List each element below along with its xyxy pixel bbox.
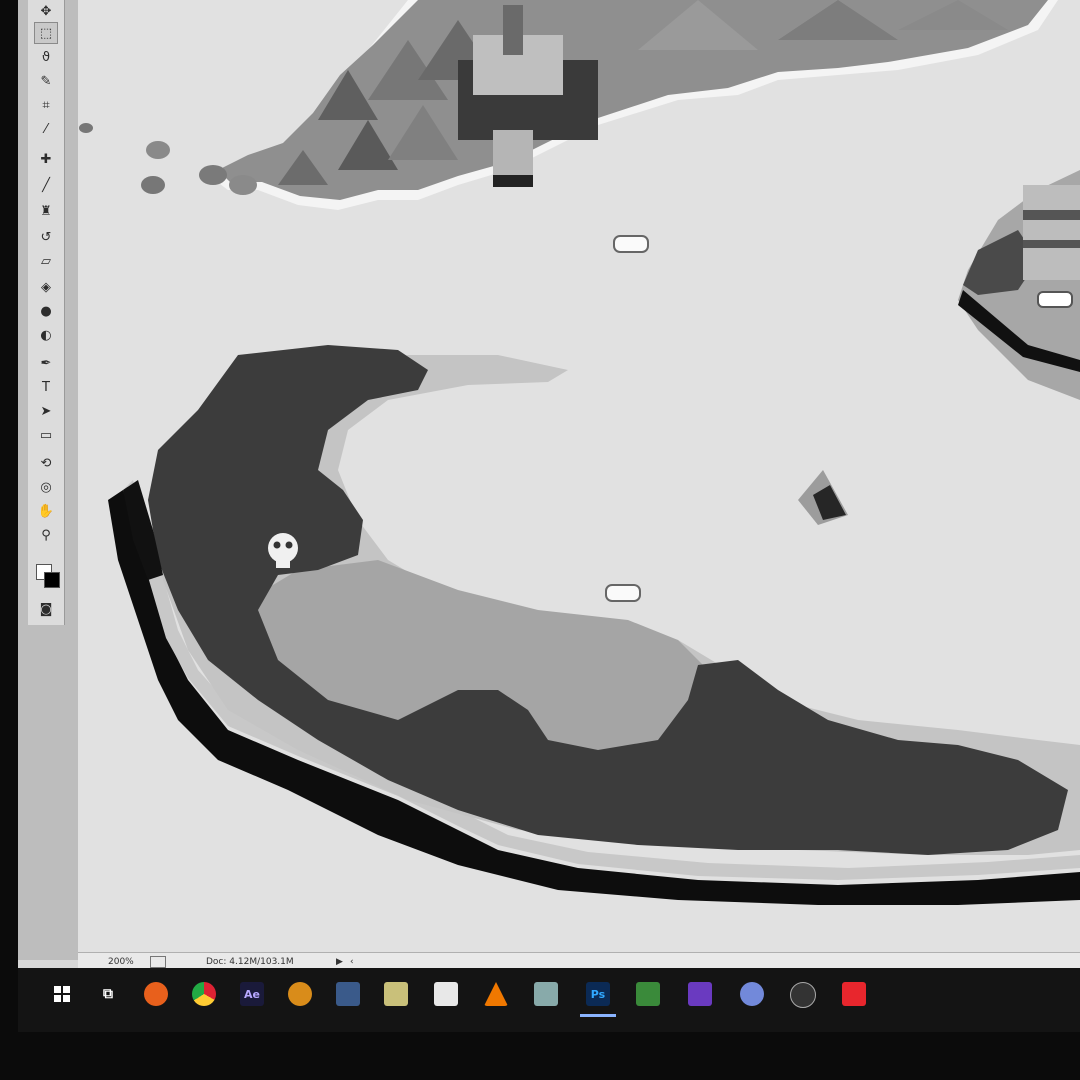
hand-tool-icon[interactable]: ✋ — [34, 500, 58, 522]
doc-size: Doc: 4.12M/103.1M — [206, 957, 294, 967]
quick-mask-icon[interactable]: ◙ — [34, 598, 58, 620]
visual-studio-icon[interactable] — [688, 982, 712, 1006]
color-swatches[interactable] — [36, 550, 60, 590]
windows-taskbar: ⧉ Ae Ps — [18, 968, 1080, 1032]
clone-stamp-tool-icon[interactable]: ♜ — [34, 200, 58, 222]
zoom-level[interactable]: 200% — [108, 957, 134, 967]
pixel-art-map — [79, 0, 1080, 905]
scroll-left-icon[interactable]: ‹ — [350, 957, 354, 967]
type-tool-icon[interactable]: T — [34, 376, 58, 398]
blur-tool-icon[interactable]: ● — [34, 300, 58, 322]
gamemaker-icon[interactable] — [842, 982, 866, 1006]
brush-tool-icon[interactable]: ╱ — [34, 174, 58, 196]
marquee-tool-icon[interactable]: ⬚ — [34, 22, 58, 44]
eyedropper-tool-icon[interactable]: ⁄ — [34, 118, 58, 140]
firefox-icon[interactable] — [144, 982, 168, 1006]
scanner-app-icon[interactable] — [534, 982, 558, 1006]
3d-orbit-tool-icon[interactable]: ◎ — [34, 476, 58, 498]
rectangle-tool-icon[interactable]: ▭ — [34, 424, 58, 446]
path-select-tool-icon[interactable]: ➤ — [34, 400, 58, 422]
dodge-tool-icon[interactable]: ◐ — [34, 324, 58, 346]
healing-brush-tool-icon[interactable]: ✚ — [34, 148, 58, 170]
lasso-tool-icon[interactable]: ϑ — [34, 46, 58, 68]
move-tool-icon[interactable]: ✥ — [34, 0, 58, 22]
burger-app-icon[interactable] — [288, 982, 312, 1006]
steam-icon[interactable] — [790, 982, 816, 1008]
active-app-indicator — [580, 1014, 616, 1017]
paint-bucket-tool-icon[interactable]: ◈ — [34, 276, 58, 298]
chrome-icon[interactable] — [192, 982, 216, 1006]
notes-app-icon[interactable] — [434, 982, 458, 1006]
document-canvas[interactable] — [78, 0, 1080, 955]
3d-rotate-tool-icon[interactable]: ⟲ — [34, 452, 58, 474]
status-arrow-icon[interactable]: ▶ — [336, 957, 343, 967]
after-effects-icon[interactable]: Ae — [240, 982, 264, 1006]
status-menu-icon[interactable] — [150, 956, 166, 968]
windows-start-icon[interactable] — [50, 982, 74, 1006]
video-app-icon[interactable] — [384, 982, 408, 1006]
eraser-tool-icon[interactable]: ▱ — [34, 250, 58, 272]
zoom-tool-icon[interactable]: ⚲ — [34, 524, 58, 546]
photoshop-window: ✥ ⬚ ϑ ✎ ⌗ ⁄ ✚ ╱ ♜ ↺ ▱ ◈ ● ◐ ✒ T ➤ ▭ ⟲ ◎ … — [18, 0, 1080, 1020]
crop-tool-icon[interactable]: ⌗ — [34, 94, 58, 116]
task-view-icon[interactable]: ⧉ — [96, 982, 120, 1006]
pen-tool-icon[interactable]: ✒ — [34, 352, 58, 374]
media-app-icon[interactable] — [336, 982, 360, 1006]
quick-select-tool-icon[interactable]: ✎ — [34, 70, 58, 92]
vlc-icon[interactable] — [484, 982, 508, 1006]
image-app-icon[interactable] — [636, 982, 660, 1006]
tools-panel: ✥ ⬚ ϑ ✎ ⌗ ⁄ ✚ ╱ ♜ ↺ ▱ ◈ ● ◐ ✒ T ➤ ▭ ⟲ ◎ … — [28, 0, 65, 625]
discord-icon[interactable] — [740, 982, 764, 1006]
history-brush-tool-icon[interactable]: ↺ — [34, 226, 58, 248]
photoshop-icon[interactable]: Ps — [586, 982, 610, 1006]
